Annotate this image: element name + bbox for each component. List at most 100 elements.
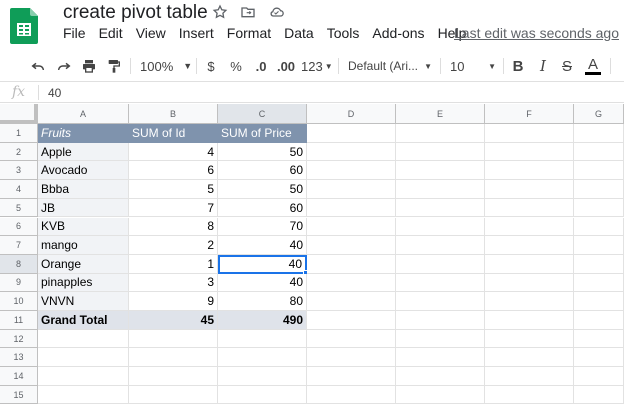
row-header-7[interactable]: 7 <box>0 236 38 255</box>
cell-b13[interactable] <box>129 348 218 368</box>
cell-f15[interactable] <box>485 385 574 405</box>
cell-d5[interactable] <box>307 198 396 218</box>
row-header-5[interactable]: 5 <box>0 198 38 218</box>
row-header-10[interactable]: 10 <box>0 292 38 311</box>
cell-b8[interactable]: 1 <box>129 254 218 274</box>
cell-a9[interactable]: pinapples <box>38 273 129 293</box>
column-header-d[interactable]: D <box>307 104 396 124</box>
cell-d7[interactable] <box>307 236 396 255</box>
menu-insert[interactable]: Insert <box>179 25 214 41</box>
active-cell-c8[interactable]: 40 <box>218 254 307 274</box>
column-header-c[interactable]: C <box>218 104 307 124</box>
cell-f9[interactable] <box>485 273 574 293</box>
cell-d8[interactable] <box>307 254 396 274</box>
cell-c9[interactable]: 40 <box>218 273 307 293</box>
cell-b7[interactable]: 2 <box>129 236 218 255</box>
cell-e5[interactable] <box>396 198 485 218</box>
cell-f1[interactable] <box>485 124 574 143</box>
cell-b15[interactable] <box>129 385 218 405</box>
cell-g11[interactable] <box>574 311 624 330</box>
cell-d3[interactable] <box>307 161 396 181</box>
cell-a13[interactable] <box>38 348 129 368</box>
decrease-decimal-button[interactable]: .0 <box>251 52 271 80</box>
cell-b11[interactable]: 45 <box>129 311 218 330</box>
cell-c10[interactable]: 80 <box>218 292 307 311</box>
cell-c1[interactable]: SUM of Price <box>218 124 307 143</box>
increase-decimal-button[interactable]: .00 <box>275 52 297 80</box>
row-header-14[interactable]: 14 <box>0 367 38 386</box>
cell-a8[interactable]: Orange <box>38 254 129 274</box>
cell-b2[interactable]: 4 <box>129 142 218 162</box>
bold-button[interactable]: B <box>510 52 526 80</box>
cell-e11[interactable] <box>396 311 485 330</box>
cell-g2[interactable] <box>574 142 624 162</box>
menu-view[interactable]: View <box>136 25 166 41</box>
print-icon[interactable] <box>79 52 99 80</box>
cell-c5[interactable]: 60 <box>218 198 307 218</box>
cell-a6[interactable]: KVB <box>38 217 129 237</box>
cell-c15[interactable] <box>218 385 307 405</box>
cell-f12[interactable] <box>485 329 574 349</box>
cell-f13[interactable] <box>485 348 574 368</box>
row-header-11[interactable]: 11 <box>0 311 38 330</box>
cell-g9[interactable] <box>574 273 624 293</box>
cell-b10[interactable]: 9 <box>129 292 218 311</box>
cell-d1[interactable] <box>307 124 396 143</box>
cell-f3[interactable] <box>485 161 574 181</box>
cell-b9[interactable]: 3 <box>129 273 218 293</box>
cell-a7[interactable]: mango <box>38 236 129 255</box>
cell-a3[interactable]: Avocado <box>38 161 129 181</box>
menu-file[interactable]: File <box>63 25 86 41</box>
formula-input[interactable]: 40 <box>48 86 61 100</box>
row-header-3[interactable]: 3 <box>0 161 38 181</box>
cell-g10[interactable] <box>574 292 624 311</box>
currency-button[interactable]: $ <box>204 52 218 80</box>
cell-e15[interactable] <box>396 385 485 405</box>
menu-tools[interactable]: Tools <box>327 25 360 41</box>
star-icon[interactable] <box>210 2 230 22</box>
cell-g6[interactable] <box>574 217 624 237</box>
cell-g12[interactable] <box>574 329 624 349</box>
cell-e8[interactable] <box>396 254 485 274</box>
cell-e2[interactable] <box>396 142 485 162</box>
cell-g14[interactable] <box>574 367 624 386</box>
cell-f6[interactable] <box>485 217 574 237</box>
cell-b12[interactable] <box>129 329 218 349</box>
cell-e12[interactable] <box>396 329 485 349</box>
cell-a10[interactable]: VNVN <box>38 292 129 311</box>
column-header-e[interactable]: E <box>396 104 485 124</box>
cell-b5[interactable]: 7 <box>129 198 218 218</box>
column-header-b[interactable]: B <box>129 104 218 124</box>
row-header-8[interactable]: 8 <box>0 254 38 274</box>
cell-a15[interactable] <box>38 385 129 405</box>
cell-g15[interactable] <box>574 385 624 405</box>
cell-d14[interactable] <box>307 367 396 386</box>
cell-d12[interactable] <box>307 329 396 349</box>
menu-add-ons[interactable]: Add-ons <box>372 25 424 41</box>
sheets-logo-icon[interactable] <box>10 8 40 44</box>
cell-e3[interactable] <box>396 161 485 181</box>
cell-e13[interactable] <box>396 348 485 368</box>
cell-f11[interactable] <box>485 311 574 330</box>
row-header-2[interactable]: 2 <box>0 142 38 162</box>
column-header-f[interactable]: F <box>485 104 574 124</box>
cloud-status-icon[interactable] <box>266 2 286 22</box>
cell-a2[interactable]: Apple <box>38 142 129 162</box>
cell-c11[interactable]: 490 <box>218 311 307 330</box>
cell-g8[interactable] <box>574 254 624 274</box>
cell-a14[interactable] <box>38 367 129 386</box>
cell-b6[interactable]: 8 <box>129 217 218 237</box>
menu-data[interactable]: Data <box>284 25 314 41</box>
cell-f5[interactable] <box>485 198 574 218</box>
column-header-g[interactable]: G <box>574 104 624 124</box>
cell-c14[interactable] <box>218 367 307 386</box>
font-size-select[interactable]: 10 ▼ <box>450 52 496 80</box>
zoom-select[interactable]: 100% ▼ <box>140 52 192 80</box>
paint-format-icon[interactable] <box>104 52 124 80</box>
move-folder-icon[interactable] <box>238 2 258 22</box>
redo-icon[interactable] <box>54 52 74 80</box>
cell-g5[interactable] <box>574 198 624 218</box>
select-all-corner[interactable] <box>0 104 38 124</box>
cell-g1[interactable] <box>574 124 624 143</box>
row-header-15[interactable]: 15 <box>0 385 38 405</box>
